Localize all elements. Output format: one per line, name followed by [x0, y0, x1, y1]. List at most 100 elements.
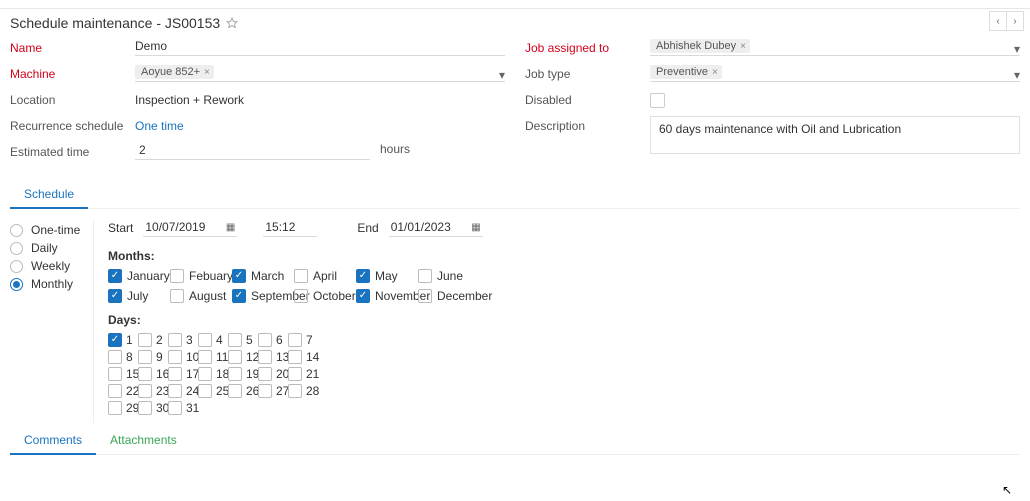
label-estimated-time: Estimated time [10, 142, 135, 159]
checkbox-icon [198, 367, 212, 381]
description-textarea[interactable]: 60 days maintenance with Oil and Lubrica… [650, 116, 1020, 154]
day-option-28[interactable]: 28 [288, 384, 318, 398]
checkbox-icon [198, 350, 212, 364]
name-value: Demo [135, 39, 167, 53]
month-option-febuary[interactable]: Febuary [170, 269, 232, 283]
tab-schedule[interactable]: Schedule [10, 181, 88, 209]
start-time-input[interactable]: 15:12 [263, 219, 317, 237]
disabled-checkbox[interactable] [650, 93, 665, 108]
frequency-option-weekly[interactable]: Weekly [10, 259, 85, 273]
day-label: 1 [126, 333, 133, 347]
day-option-31[interactable]: 31 [168, 401, 198, 415]
day-option-3[interactable]: 3 [168, 333, 198, 347]
day-option-1[interactable]: 1 [108, 333, 138, 347]
day-option-14[interactable]: 14 [288, 350, 318, 364]
label-machine: Machine [10, 64, 135, 81]
machine-token-remove-icon[interactable]: × [204, 67, 210, 78]
day-label: 5 [246, 333, 253, 347]
day-option-13[interactable]: 13 [258, 350, 288, 364]
pager-prev-button[interactable]: ‹ [989, 11, 1007, 31]
day-option-10[interactable]: 10 [168, 350, 198, 364]
caret-down-icon: ▾ [499, 68, 505, 82]
day-option-8[interactable]: 8 [108, 350, 138, 364]
end-date-input[interactable]: 01/01/2023 ▦ [389, 219, 483, 237]
day-option-22[interactable]: 22 [108, 384, 138, 398]
day-option-21[interactable]: 21 [288, 367, 318, 381]
month-option-january[interactable]: January [108, 269, 170, 283]
checkbox-icon [108, 333, 122, 347]
label-location: Location [10, 90, 135, 107]
month-option-august[interactable]: August [170, 289, 232, 303]
month-option-september[interactable]: September [232, 289, 294, 303]
pager-next-button[interactable]: › [1006, 11, 1024, 31]
frequency-option-one-time[interactable]: One-time [10, 223, 85, 237]
day-option-30[interactable]: 30 [138, 401, 168, 415]
month-option-june[interactable]: June [418, 269, 480, 283]
day-option-17[interactable]: 17 [168, 367, 198, 381]
end-label: End [357, 221, 378, 235]
month-label: Febuary [189, 269, 233, 283]
label-job-assigned-to: Job assigned to [525, 38, 650, 55]
frequency-option-daily[interactable]: Daily [10, 241, 85, 255]
machine-select[interactable]: Aoyue 852+ × ▾ [135, 64, 505, 82]
day-option-23[interactable]: 23 [138, 384, 168, 398]
radio-icon [10, 224, 23, 237]
favorite-star-icon[interactable] [226, 17, 238, 29]
days-grid: 1234567891011121314151617181920212223242… [108, 333, 1020, 415]
day-option-18[interactable]: 18 [198, 367, 228, 381]
checkbox-icon [232, 289, 246, 303]
month-option-november[interactable]: November [356, 289, 418, 303]
day-option-5[interactable]: 5 [228, 333, 258, 347]
tab-attachments[interactable]: Attachments [96, 427, 191, 454]
assigned-token-remove-icon[interactable]: × [740, 41, 746, 52]
checkbox-icon [258, 333, 272, 347]
day-option-6[interactable]: 6 [258, 333, 288, 347]
month-option-october[interactable]: October [294, 289, 356, 303]
day-option-12[interactable]: 12 [228, 350, 258, 364]
checkbox-icon [108, 269, 122, 283]
month-label: October [313, 289, 356, 303]
day-option-27[interactable]: 27 [258, 384, 288, 398]
checkbox-icon [356, 289, 370, 303]
job-type-token-remove-icon[interactable]: × [712, 67, 718, 78]
day-option-9[interactable]: 9 [138, 350, 168, 364]
day-option-4[interactable]: 4 [198, 333, 228, 347]
estimated-time-input[interactable]: 2 [135, 142, 370, 160]
month-option-april[interactable]: April [294, 269, 356, 283]
day-option-2[interactable]: 2 [138, 333, 168, 347]
start-date-input[interactable]: 10/07/2019 ▦ [143, 219, 237, 237]
tabs: Schedule [10, 181, 1020, 209]
name-field[interactable]: Demo [135, 38, 505, 56]
label-recurrence: Recurrence schedule [10, 116, 135, 133]
day-option-26[interactable]: 26 [228, 384, 258, 398]
day-label: 31 [186, 401, 199, 415]
calendar-icon: ▦ [226, 222, 235, 233]
day-option-7[interactable]: 7 [288, 333, 318, 347]
label-description: Description [525, 116, 650, 154]
day-option-29[interactable]: 29 [108, 401, 138, 415]
job-type-select[interactable]: Preventive × ▾ [650, 64, 1020, 82]
checkbox-icon [288, 384, 302, 398]
day-label: 28 [306, 384, 319, 398]
day-option-11[interactable]: 11 [198, 350, 228, 364]
day-option-24[interactable]: 24 [168, 384, 198, 398]
day-option-19[interactable]: 19 [228, 367, 258, 381]
day-label: 11 [216, 350, 228, 364]
checkbox-icon [356, 269, 370, 283]
caret-down-icon: ▾ [1014, 68, 1020, 82]
tab-comments[interactable]: Comments [10, 427, 96, 455]
assigned-to-select[interactable]: Abhishek Dubey × ▾ [650, 38, 1020, 56]
frequency-option-monthly[interactable]: Monthly [10, 277, 85, 291]
month-option-december[interactable]: December [418, 289, 480, 303]
month-option-july[interactable]: July [108, 289, 170, 303]
day-option-20[interactable]: 20 [258, 367, 288, 381]
day-option-16[interactable]: 16 [138, 367, 168, 381]
month-option-march[interactable]: March [232, 269, 294, 283]
day-option-15[interactable]: 15 [108, 367, 138, 381]
day-option-25[interactable]: 25 [198, 384, 228, 398]
checkbox-icon [108, 401, 122, 415]
month-label: December [437, 289, 492, 303]
location-value: Inspection + Rework [135, 90, 505, 107]
month-option-may[interactable]: May [356, 269, 418, 283]
recurrence-value[interactable]: One time [135, 116, 505, 133]
